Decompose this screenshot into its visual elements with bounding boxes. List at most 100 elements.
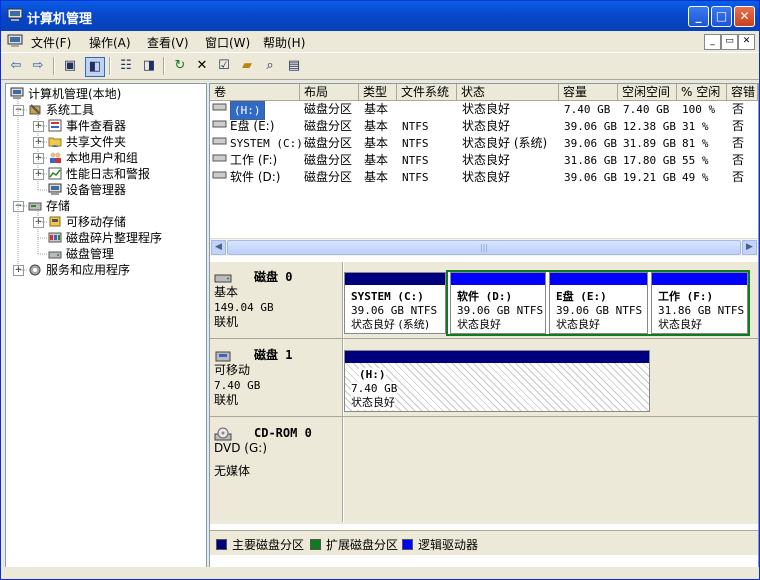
collapse-toggle[interactable]: − [13,201,24,212]
menu-file[interactable]: 文件(F) [31,34,71,51]
cdrom-0-info[interactable]: CD-ROM 0 DVD (G:) 无媒体 [214,426,342,479]
volume-name: SYSTEM (C:) [230,137,303,150]
partition-size: 39.06 GB NTFS [351,304,438,317]
volume-layout: 磁盘分区 [304,136,353,150]
partition-f[interactable]: 工作 (F:) 31.86 GB NTFS 状态良好 [651,272,748,334]
tree-label: 本地用户和组 [66,151,139,165]
system-menu-icon[interactable] [7,34,23,48]
disk-1-info[interactable]: 磁盘 1 可移动 7.40 GB 联机 [214,348,342,408]
menu-help[interactable]: 帮助(H) [263,34,305,51]
partition-e[interactable]: E盘 (E:) 39.06 GB NTFS 状态良好 [549,272,648,334]
maximize-button[interactable]: □ [711,6,732,27]
drive-icon [212,101,227,118]
tree-item-system-tools[interactable]: 系统工具 [28,102,94,118]
volume-row[interactable]: (H:) 磁盘分区 基本 状态良好 7.40 GB 7.40 GB 100 % … [210,101,758,120]
up-folder-icon[interactable]: ▣ [61,57,79,75]
column-header-percent-free[interactable]: % 空闲 [677,84,727,101]
primary-partition-band [345,351,649,363]
column-header-layout[interactable]: 布局 [300,84,359,101]
mdi-close-button[interactable]: ✕ [738,34,755,50]
tree-label: 可移动存储 [66,215,127,229]
column-header-fault-tolerance[interactable]: 容错 [727,84,758,101]
refresh-icon[interactable]: ↻ [171,57,189,75]
connect-icon[interactable]: ☑ [215,57,233,75]
column-header-free-space[interactable]: 空闲空间 [618,84,677,101]
tree-label: 共享文件夹 [66,135,127,149]
defrag-icon [48,232,62,243]
partition-h[interactable]: (H:) 7.40 GB 状态良好 [344,350,650,412]
scroll-thumb[interactable]: ||| [227,240,741,255]
tree-item-local-users[interactable]: 本地用户和组 [48,150,138,166]
volume-fault-tolerance: 否 [732,136,745,150]
drive-icon [212,152,227,169]
delete-icon[interactable]: ✕ [193,57,211,75]
disk-row-divider [343,416,758,417]
disk-0-info[interactable]: 磁盘 0 基本 149.04 GB 联机 [214,270,342,330]
menu-action[interactable]: 操作(A) [89,34,131,51]
volume-row[interactable]: 软件 (D:) 磁盘分区 基本 NTFS 状态良好 39.06 GB 19.21… [210,169,758,186]
logical-drive-band [451,273,545,285]
menu-bar: 文件(F) 操作(A) 查看(V) 窗口(W) 帮助(H) _ ▭ ✕ [1,31,759,53]
expand-toggle[interactable]: + [33,217,44,228]
collapse-toggle[interactable]: − [13,105,24,116]
volume-percent-free: 100 % [682,103,716,116]
tree-item-root[interactable]: 计算机管理(本地) [10,86,121,102]
expand-toggle[interactable]: + [33,169,44,180]
volume-row[interactable]: SYSTEM (C:) 磁盘分区 基本 NTFS 状态良好 (系统) 39.06… [210,135,758,152]
scroll-left-button[interactable]: ◀ [211,240,226,255]
minimize-button[interactable]: _ [688,6,709,27]
disk-state: 联机 [214,315,239,329]
users-icon [50,152,61,163]
expand-toggle[interactable]: + [33,153,44,164]
menu-window[interactable]: 窗口(W) [205,34,250,51]
tree-item-services[interactable]: 服务和应用程序 [28,262,130,278]
horizontal-scrollbar[interactable]: ◀ ||| ▶ [210,238,758,256]
partition-d[interactable]: 软件 (D:) 39.06 GB NTFS 状态良好 [450,272,546,334]
tree-item-perf-logs[interactable]: 性能日志和警报 [48,166,150,182]
expand-toggle[interactable]: + [13,265,24,276]
column-header-capacity[interactable]: 容量 [559,84,618,101]
volume-row[interactable]: 工作 (F:) 磁盘分区 基本 NTFS 状态良好 31.86 GB 17.80… [210,152,758,169]
show-tree-icon[interactable]: ◧ [85,57,105,77]
settings-icon[interactable]: ▤ [285,57,303,75]
drive-icon [212,169,227,186]
disk-row-divider [210,338,343,339]
expand-toggle[interactable]: + [33,121,44,132]
help-icon[interactable]: ◨ [140,57,158,75]
tree-item-event-viewer[interactable]: 事件查看器 [48,118,126,134]
tree-label: 设备管理器 [66,183,127,197]
scroll-right-button[interactable]: ▶ [742,240,757,255]
partition-c[interactable]: SYSTEM (C:) 39.06 GB NTFS 状态良好 (系统) [344,272,446,334]
legend-extended-label: 扩展磁盘分区 [326,538,399,552]
back-arrow-icon[interactable]: ⇦ [7,57,25,75]
column-header-filesystem[interactable]: 文件系统 [397,84,457,101]
mdi-minimize-button[interactable]: _ [704,34,721,50]
open-folder-icon[interactable]: ▰ [238,57,256,75]
column-header-status[interactable]: 状态 [457,84,559,101]
column-header-volume[interactable]: 卷 [210,84,300,101]
tree-label: 计算机管理(本地) [28,87,122,101]
column-header-type[interactable]: 类型 [359,84,397,101]
drive-icon [212,118,227,135]
volume-status: 状态良好 (系统) [462,136,548,150]
computer-management-window: 计算机管理 _ □ ✕ 文件(F) 操作(A) 查看(V) 窗口(W) 帮助(H… [0,0,760,580]
volume-capacity: 31.86 GB [564,154,617,167]
tree-item-shared-folders[interactable]: 共享文件夹 [48,134,126,150]
tree-item-storage[interactable]: 存储 [28,198,70,214]
volume-fault-tolerance: 否 [732,153,745,167]
close-button[interactable]: ✕ [734,6,755,27]
properties-icon[interactable]: ☷ [117,57,135,75]
tree-item-disk-management[interactable]: 磁盘管理 [48,246,114,262]
volume-row[interactable]: E盘 (E:) 磁盘分区 基本 NTFS 状态良好 39.06 GB 12.38… [210,118,758,135]
forward-arrow-icon[interactable]: ⇨ [29,57,47,75]
tree-item-defrag[interactable]: 磁盘碎片整理程序 [48,230,162,246]
menu-view[interactable]: 查看(V) [147,34,189,51]
mdi-restore-button[interactable]: ▭ [721,34,738,50]
tree-item-removable-storage[interactable]: 可移动存储 [48,214,126,230]
legend-extended-swatch [310,539,321,550]
expand-toggle[interactable]: + [33,137,44,148]
title-bar[interactable]: 计算机管理 _ □ ✕ [1,1,759,31]
tree-item-device-manager[interactable]: 设备管理器 [48,182,126,198]
console-tree[interactable]: 计算机管理(本地) − 系统工具 + 事件查看器 + 共享文件夹 + 本地用户和… [5,83,207,572]
find-icon[interactable]: ⌕ [261,57,279,75]
